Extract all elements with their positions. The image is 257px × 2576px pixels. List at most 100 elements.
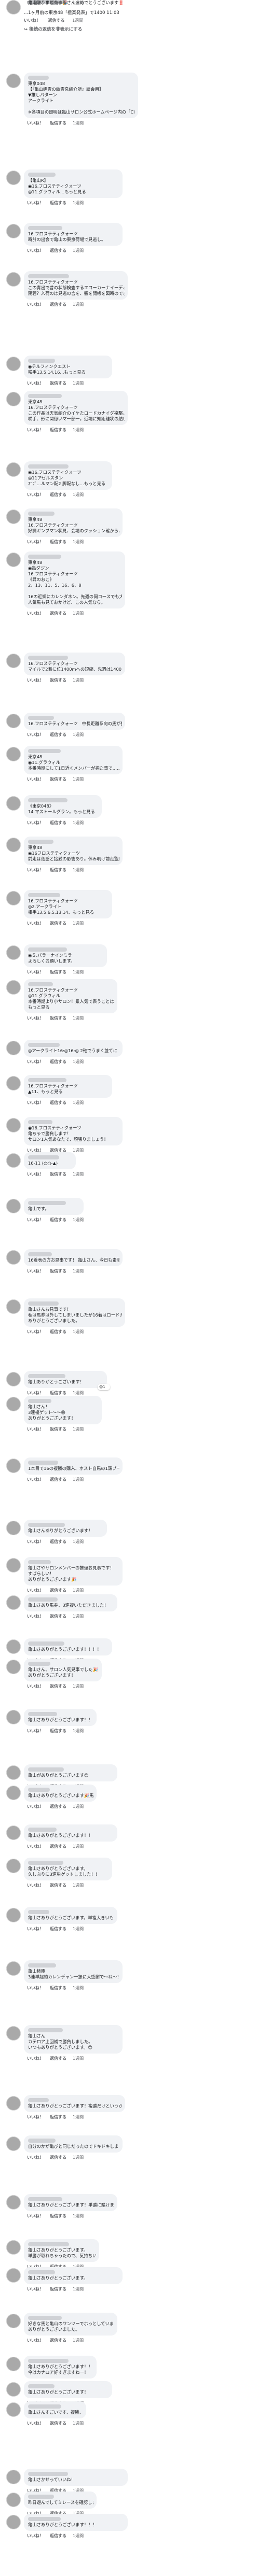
reply-button[interactable]: 返信する: [50, 1539, 66, 1544]
commenter-name[interactable]: [28, 2098, 49, 2102]
reply-button[interactable]: 返信する: [50, 2115, 66, 2119]
reply-button[interactable]: 返信する: [50, 1391, 66, 1395]
like-button[interactable]: いいね！: [27, 2338, 44, 2343]
reply-button[interactable]: 返信する: [50, 1100, 66, 1105]
reply-button[interactable]: 返信する: [50, 540, 66, 544]
commenter-name[interactable]: [28, 656, 68, 660]
reply-button[interactable]: 返信する: [50, 2056, 66, 2061]
reply-button[interactable]: 返信する: [50, 2155, 66, 2160]
reply-button[interactable]: 返信する: [50, 1614, 66, 1619]
like-button[interactable]: いいね！: [27, 248, 44, 253]
reply-button[interactable]: 返信する: [50, 121, 66, 125]
commenter-name[interactable]: [28, 893, 60, 897]
avatar[interactable]: [6, 714, 21, 728]
reply-button[interactable]: 返信する: [50, 2421, 66, 2426]
commenter-name[interactable]: [28, 1597, 58, 1602]
commenter-name[interactable]: [28, 555, 61, 559]
commenter-name[interactable]: [28, 1828, 57, 1832]
reply-button[interactable]: 返信する: [50, 1218, 66, 1222]
avatar[interactable]: [6, 1710, 21, 1724]
like-button[interactable]: いいね！: [27, 1804, 44, 1809]
avatar[interactable]: [6, 1153, 21, 1168]
avatar[interactable]: [6, 1639, 21, 1654]
like-button[interactable]: いいね！: [27, 428, 44, 432]
commenter-name[interactable]: [28, 1374, 65, 1378]
commenter-name[interactable]: [28, 947, 67, 952]
avatar[interactable]: [6, 747, 21, 761]
commenter-name[interactable]: [28, 1301, 59, 1306]
like-button[interactable]: いいね！: [27, 1986, 44, 1990]
like-button[interactable]: いいね！: [27, 1729, 44, 1733]
reply-button[interactable]: 返信する: [50, 1172, 66, 1177]
like-button[interactable]: いいね！: [27, 1588, 44, 1593]
commenter-name[interactable]: [28, 2472, 68, 2476]
commenter-name[interactable]: [28, 1043, 60, 1047]
reply-button[interactable]: 返信する: [50, 1804, 66, 1809]
like-button[interactable]: いいね！: [27, 381, 44, 386]
commenter-name[interactable]: [28, 840, 53, 844]
avatar[interactable]: [6, 392, 21, 406]
commenter-name[interactable]: [28, 394, 62, 398]
avatar[interactable]: [6, 1041, 21, 1055]
avatar[interactable]: [6, 2240, 21, 2255]
avatar[interactable]: [6, 171, 21, 185]
avatar[interactable]: [6, 509, 21, 524]
reply-button[interactable]: 返信する: [50, 678, 66, 683]
like-button[interactable]: いいね！: [27, 2421, 44, 2426]
avatar[interactable]: [6, 1250, 21, 1265]
commenter-name[interactable]: [28, 1641, 64, 1646]
avatar[interactable]: [6, 1786, 21, 1800]
reply-button[interactable]: 返信する: [50, 1588, 66, 1593]
like-button[interactable]: いいね！: [27, 2155, 44, 2160]
avatar[interactable]: [6, 1118, 21, 1133]
avatar[interactable]: [6, 2402, 21, 2417]
avatar[interactable]: [6, 272, 21, 287]
commenter-name[interactable]: [28, 464, 69, 469]
reply-button[interactable]: 返信する: [50, 1729, 66, 1733]
commenter-name[interactable]: [28, 226, 62, 230]
reply-button[interactable]: 返信する: [50, 732, 66, 737]
avatar[interactable]: [6, 891, 21, 905]
avatar[interactable]: [6, 1825, 21, 1840]
commenter-name[interactable]: [28, 1155, 59, 1159]
like-button[interactable]: いいね！: [27, 970, 44, 974]
reply-button[interactable]: 返信する: [50, 611, 66, 616]
avatar[interactable]: [6, 1299, 21, 1314]
commenter-name[interactable]: [28, 716, 54, 720]
reply-button[interactable]: 返信する: [50, 1329, 66, 1334]
like-button[interactable]: いいね！: [27, 201, 44, 205]
commenter-name[interactable]: [28, 274, 69, 278]
commenter-name[interactable]: [28, 1910, 49, 1914]
avatar[interactable]: [6, 553, 21, 567]
commenter-name[interactable]: [28, 2270, 55, 2274]
commenter-name[interactable]: [28, 1461, 58, 1465]
like-button[interactable]: いいね！: [27, 1539, 44, 1544]
like-button[interactable]: いいね！: [27, 611, 44, 616]
avatar[interactable]: [6, 2382, 21, 2397]
like-button[interactable]: いいね！: [27, 2214, 44, 2218]
commenter-name[interactable]: [28, 749, 61, 753]
commenter-name[interactable]: [28, 512, 55, 516]
like-button[interactable]: いいね！: [27, 868, 44, 872]
reply-button[interactable]: 返信する: [50, 820, 66, 825]
commenter-name[interactable]: [28, 1662, 50, 1666]
reply-button[interactable]: 返信する: [50, 921, 66, 926]
commenter-name[interactable]: [28, 1861, 63, 1865]
avatar[interactable]: [6, 945, 21, 960]
like-button[interactable]: いいね！: [27, 492, 44, 497]
like-button[interactable]: いいね！: [24, 18, 40, 23]
commenter-name[interactable]: [28, 2495, 54, 2499]
like-button[interactable]: いいね！: [27, 2533, 44, 2538]
avatar[interactable]: [6, 224, 21, 238]
commenter-name[interactable]: [28, 2316, 62, 2320]
reply-button[interactable]: 返信する: [50, 1427, 66, 1432]
like-button[interactable]: いいね！: [27, 540, 44, 544]
avatar[interactable]: [6, 1372, 21, 1386]
avatar[interactable]: [6, 2493, 21, 2507]
like-button[interactable]: いいね！: [27, 1927, 44, 1931]
reply-button[interactable]: 返信する: [50, 1684, 66, 1689]
commenter-name[interactable]: [28, 982, 53, 986]
reply-button[interactable]: 返信する: [50, 970, 66, 974]
commenter-name[interactable]: [28, 359, 55, 363]
reply-button[interactable]: 返信する: [50, 381, 66, 386]
